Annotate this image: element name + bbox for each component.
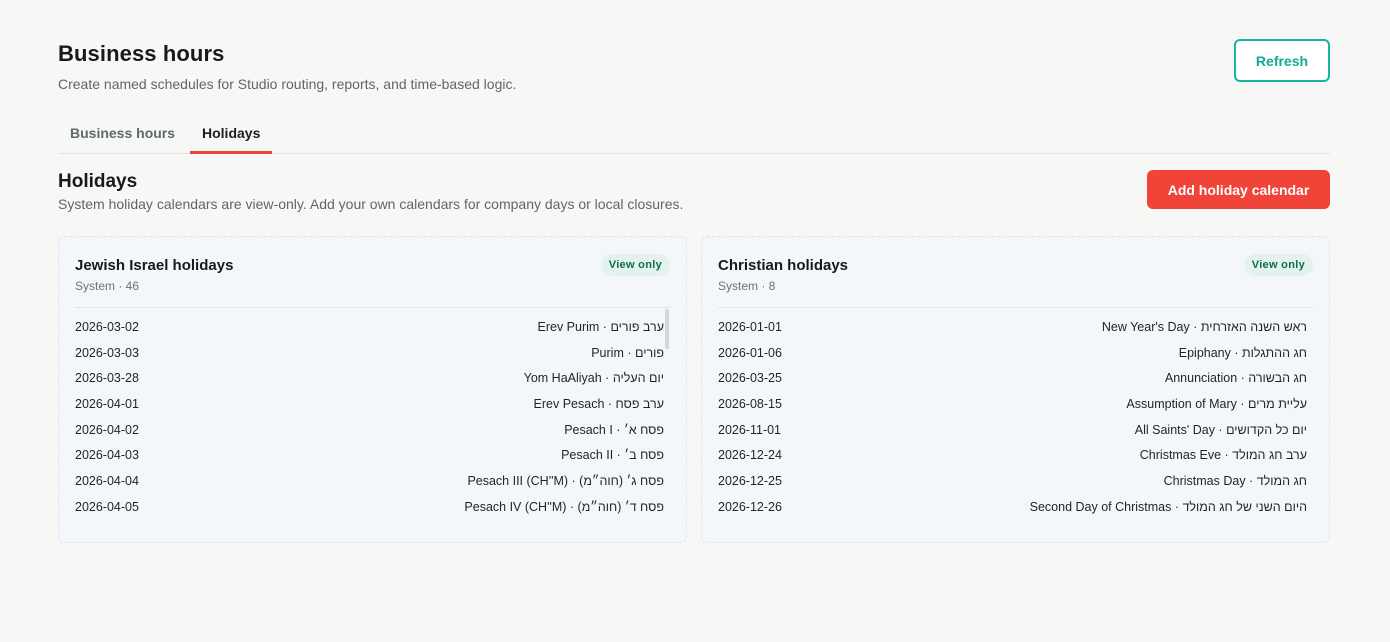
holiday-date: 2026-03-03 [75,345,139,360]
holiday-row: 2026-04-01 Erev Pesach · ערב פסח [75,392,664,418]
holiday-date: 2026-04-03 [75,448,139,463]
holiday-date: 2026-08-15 [718,397,782,412]
holiday-name: Erev Pesach · ערב פסח [533,397,664,412]
holiday-name: Epiphany · חג ההתגלות [1178,345,1307,360]
holiday-name: New Year's Day · ראש השנה האזרחית [1101,320,1307,334]
page-title: Business hours [58,41,225,66]
holiday-name: Annunciation · חג הבשורה [1164,371,1307,386]
section-subtitle: System holiday calendars are view-only. … [58,196,684,212]
holiday-name: Second Day of Christmas · היום השני של ח… [1029,499,1307,514]
holiday-date: 2026-01-06 [718,345,782,360]
holiday-date: 2026-04-02 [75,422,139,437]
calendar-meta: System · 46 [75,279,140,293]
holiday-name: Erev Purim · ערב פורים [537,320,665,334]
section-title: Holidays [58,171,138,192]
holiday-row: 2026-12-25 Christmas Day · חג המולד [718,469,1307,495]
holiday-row: 2026-04-03 Pesach II · פסח ב׳ [75,443,664,469]
tab-holidays[interactable]: Holidays [190,118,273,154]
holiday-list: 2026-03-02 Erev Purim · ערב פורים 2026-0… [75,315,664,521]
holiday-name: Purim · פורים [591,345,664,360]
holiday-date: 2026-04-04 [75,474,139,489]
holiday-name: Pesach II · פסח ב׳ [561,448,664,463]
holiday-date: 2026-04-05 [75,499,139,514]
holiday-date: 2026-12-25 [718,474,782,489]
holiday-row: 2026-03-25 Annunciation · חג הבשורה [718,366,1307,392]
holiday-row: 2026-04-05 Pesach IV (CH''M) · פסח ד׳ (ח… [75,495,664,521]
view-only-badge: View only [1243,254,1313,276]
page-subtitle: Create named schedules for Studio routin… [58,76,517,92]
business-hours-page: Business hours Create named schedules fo… [58,0,1330,543]
holiday-name: Assumption of Mary · עליית מרים [1126,397,1307,412]
calendar-card-jewish-israel[interactable]: Jewish Israel holidays System · 46 View … [58,236,687,543]
holiday-list: 2026-01-01 New Year's Day · ראש השנה האז… [718,315,1307,521]
holiday-date: 2026-03-02 [75,320,139,334]
holiday-name: Christmas Day · חג המולד [1163,474,1307,489]
holiday-date: 2026-04-01 [75,397,139,412]
holiday-row: 2026-11-01 All Saints' Day · יום כל הקדו… [718,418,1307,444]
refresh-button[interactable]: Refresh [1234,39,1330,82]
add-holiday-calendar-button[interactable]: Add holiday calendar [1147,170,1330,209]
holiday-row: 2026-03-03 Purim · פורים [75,341,664,367]
holiday-date: 2026-01-01 [718,320,782,334]
holiday-date: 2026-12-26 [718,499,782,514]
holiday-date: 2026-12-24 [718,448,782,463]
calendar-meta: System · 8 [718,279,776,293]
holiday-name: All Saints' Day · יום כל הקדושים [1134,422,1307,437]
holiday-row: 2026-03-28 Yom HaAliyah · יום העליה [75,366,664,392]
view-only-badge: View only [600,254,670,276]
holiday-row: 2026-03-02 Erev Purim · ערב פורים [75,315,664,341]
holiday-name: Pesach I · פסח א׳ [564,422,664,437]
tab-business-hours[interactable]: Business hours [58,118,187,154]
holiday-name: Christmas Eve · ערב חג המולד [1139,448,1307,463]
holiday-row: 2026-04-04 Pesach III (CH''M) · פסח ג׳ (… [75,469,664,495]
holiday-row: 2026-12-26 Second Day of Christmas · היו… [718,495,1307,521]
page-header: Business hours Create named schedules fo… [58,0,1330,118]
calendar-title: Jewish Israel holidays [75,257,234,274]
holiday-name: Yom HaAliyah · יום העליה [523,371,664,386]
card-divider [718,307,1313,308]
holiday-date: 2026-03-25 [718,371,782,386]
scrollbar-thumb[interactable] [665,309,669,349]
card-divider [75,307,670,308]
tab-bar: Business hours Holidays [58,118,1330,154]
holiday-row: 2026-01-01 New Year's Day · ראש השנה האז… [718,315,1307,341]
holiday-row: 2026-08-15 Assumption of Mary · עליית מר… [718,392,1307,418]
holiday-row: 2026-12-24 Christmas Eve · ערב חג המולד [718,443,1307,469]
holiday-date: 2026-03-28 [75,371,139,386]
calendar-title: Christian holidays [718,257,849,274]
calendar-card-christian[interactable]: Christian holidays System · 8 View only … [701,236,1330,543]
holiday-date: 2026-11-01 [718,422,782,437]
holiday-name: Pesach III (CH''M) · פסח ג׳ (חוה״מ) [467,474,664,489]
holiday-row: 2026-04-02 Pesach I · פסח א׳ [75,418,664,444]
holiday-name: Pesach IV (CH''M) · פסח ד׳ (חוה״מ) [464,499,664,514]
holiday-row: 2026-01-06 Epiphany · חג ההתגלות [718,341,1307,367]
